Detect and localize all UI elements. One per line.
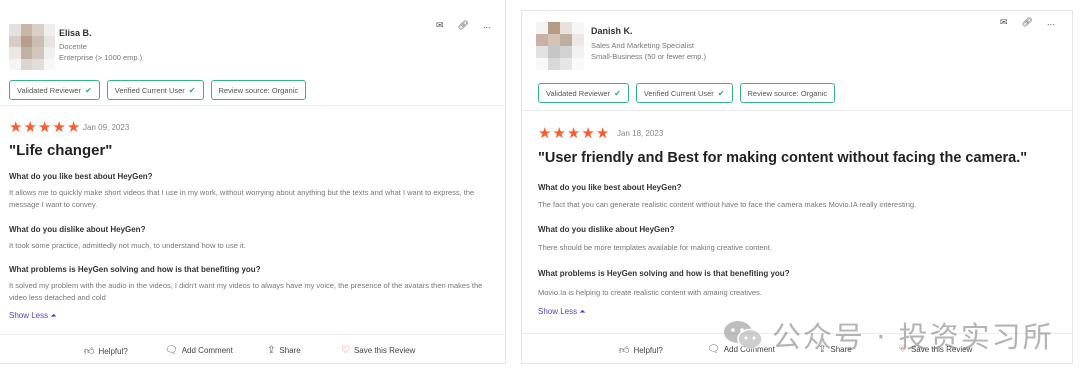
star-icon: ★ (552, 125, 566, 142)
share-icon: ⇪ (267, 345, 276, 356)
badge-label: Validated Reviewer (17, 85, 82, 95)
check-icon: ✔ (85, 85, 92, 95)
show-less-link[interactable]: Show Less ⏶ (538, 307, 586, 317)
share-icon: ⇪ (818, 344, 827, 355)
badge-label: Review source: Organic (218, 85, 299, 95)
heart-icon: ♡ (898, 344, 907, 355)
badge-label: Verified Current User (114, 85, 185, 95)
badge-label: Review source: Organic (747, 88, 828, 98)
badge-label: Verified Current User (643, 88, 714, 98)
review-header: Elisa B. Docente Enterprise (> 1000 emp.… (0, 0, 505, 106)
review-card: Danish K. Sales And Marketing Specialist… (521, 10, 1073, 364)
heart-icon: ♡ (341, 345, 350, 356)
show-less-label: Show Less (538, 307, 578, 316)
link-icon[interactable]: 🔗︎ (458, 20, 469, 31)
save-review-button[interactable]: ♡ Save this Review (341, 345, 415, 356)
answer-like: The fact that you can generate realistic… (538, 200, 917, 209)
more-options-button[interactable]: ... (483, 20, 491, 31)
thumbs-up-icon: 👍︎ (84, 346, 95, 357)
chevron-up-icon: ⏶ (50, 311, 57, 320)
star-icon: ★ (9, 119, 23, 136)
star-icon: ★ (581, 125, 595, 142)
more-options-button[interactable]: ... (1047, 17, 1055, 28)
comment-icon: 🗨︎ (165, 345, 178, 356)
badge-review-source: Review source: Organic (210, 80, 307, 100)
answer-problems: It solved my problem with the audio in t… (9, 281, 483, 302)
star-icon: ★ (66, 119, 81, 136)
answer-dislike: There should be more templates available… (538, 243, 772, 252)
badge-label: Validated Reviewer (546, 88, 611, 98)
star-icon: ★ (595, 125, 610, 142)
question-problems: What problems is HeyGen solving and how … (538, 269, 790, 278)
add-comment-label: Add Comment (723, 345, 775, 354)
star-icon: ★ (23, 119, 37, 136)
review-date: Jan 18, 2023 (617, 129, 664, 138)
answer-problems: Movio.Ia is helping to create realistic … (538, 288, 762, 297)
star-icon: ★ (566, 125, 581, 142)
comment-icon: 🗨︎ (707, 344, 720, 355)
show-less-link[interactable]: Show Less ⏶ (9, 311, 57, 321)
show-less-label: Show Less (9, 311, 49, 320)
question-like: What do you like best about HeyGen? (538, 183, 682, 192)
avatar (536, 22, 584, 70)
answer-dislike: It took some practice, admittedly not mu… (9, 241, 246, 250)
badge-verified-current-user: Verified Current User ✔ (635, 83, 733, 103)
envelope-icon[interactable]: ✉ (1000, 17, 1008, 28)
review-card: Elisa B. Docente Enterprise (> 1000 emp.… (0, 0, 506, 364)
star-icon: ★ (37, 119, 52, 136)
check-icon: ✔ (188, 85, 196, 95)
badge-validated-reviewer: Validated Reviewer ✔ (538, 83, 629, 103)
review-badges: Validated Reviewer ✔ Verified Current Use… (538, 83, 836, 103)
add-comment-button[interactable]: 🗨︎ Add Comment (707, 344, 775, 355)
check-icon: ✔ (614, 88, 621, 98)
save-review-label: Save this Review (910, 345, 973, 354)
link-icon[interactable]: 🔗︎ (1022, 17, 1033, 28)
star-rating: ★ ★ ★ ★ ★ (538, 126, 609, 141)
share-button[interactable]: ⇪ Share (267, 345, 301, 356)
chevron-up-icon: ⏶ (579, 307, 586, 316)
review-actions: ✉ 🔗︎ ... (436, 20, 491, 31)
badge-verified-current-user: Verified Current User ✔ (106, 80, 204, 100)
save-review-label: Save this Review (353, 346, 416, 355)
star-rating: ★ ★ ★ ★ ★ (9, 120, 80, 135)
helpful-label: Helpful? (633, 345, 663, 355)
review-title: "User friendly and Best for making conte… (538, 150, 1028, 166)
review-footer: 👍︎ Helpful? 🗨︎ Add Comment ⇪ Share ♡ Save th… (522, 333, 1072, 365)
review-actions: ✉ 🔗︎ ... (1000, 17, 1055, 28)
review-header: Danish K. Sales And Marketing Specialist… (522, 11, 1072, 111)
question-problems: What problems is HeyGen solving and how … (9, 265, 261, 274)
share-button[interactable]: ⇪ Share (818, 344, 852, 355)
reviewer-name[interactable]: Elisa B. (59, 28, 92, 38)
helpful-button[interactable]: 👍︎ Helpful? (619, 344, 663, 356)
review-title: "Life changer" (9, 142, 113, 159)
answer-like: It allows me to quickly make short video… (9, 188, 475, 209)
helpful-label: Helpful? (98, 346, 128, 356)
add-comment-label: Add Comment (181, 346, 233, 355)
review-date: Jan 09, 2023 (83, 123, 130, 132)
star-icon: ★ (538, 125, 552, 142)
review-badges: Validated Reviewer ✔ Verified Current Use… (9, 80, 307, 100)
reviewer-company-size: Small-Business (50 or fewer emp.) (591, 52, 707, 61)
review-footer: 👍︎ Helpful? 🗨︎ Add Comment ⇪ Share ♡ Save th… (0, 334, 505, 364)
reviewer-role: Docente (59, 42, 87, 51)
question-like: What do you like best about HeyGen? (9, 172, 153, 181)
reviewer-company-size: Enterprise (> 1000 emp.) (59, 53, 143, 62)
save-review-button[interactable]: ♡ Save this Review (898, 344, 972, 355)
thumbs-up-icon: 👍︎ (619, 345, 630, 356)
helpful-button[interactable]: 👍︎ Helpful? (84, 345, 128, 357)
share-label: Share (279, 346, 301, 355)
badge-review-source: Review source: Organic (739, 83, 836, 103)
question-dislike: What do you dislike about HeyGen? (538, 225, 675, 234)
avatar (9, 24, 55, 70)
envelope-icon[interactable]: ✉ (436, 20, 444, 31)
question-dislike: What do you dislike about HeyGen? (9, 225, 146, 234)
star-icon: ★ (52, 119, 66, 136)
reviewer-name[interactable]: Danish K. (591, 26, 633, 36)
badge-validated-reviewer: Validated Reviewer ✔ (9, 80, 100, 100)
add-comment-button[interactable]: 🗨︎ Add Comment (165, 345, 233, 356)
reviewer-role: Sales And Marketing Specialist (591, 41, 694, 50)
check-icon: ✔ (717, 88, 725, 98)
share-label: Share (830, 345, 852, 354)
